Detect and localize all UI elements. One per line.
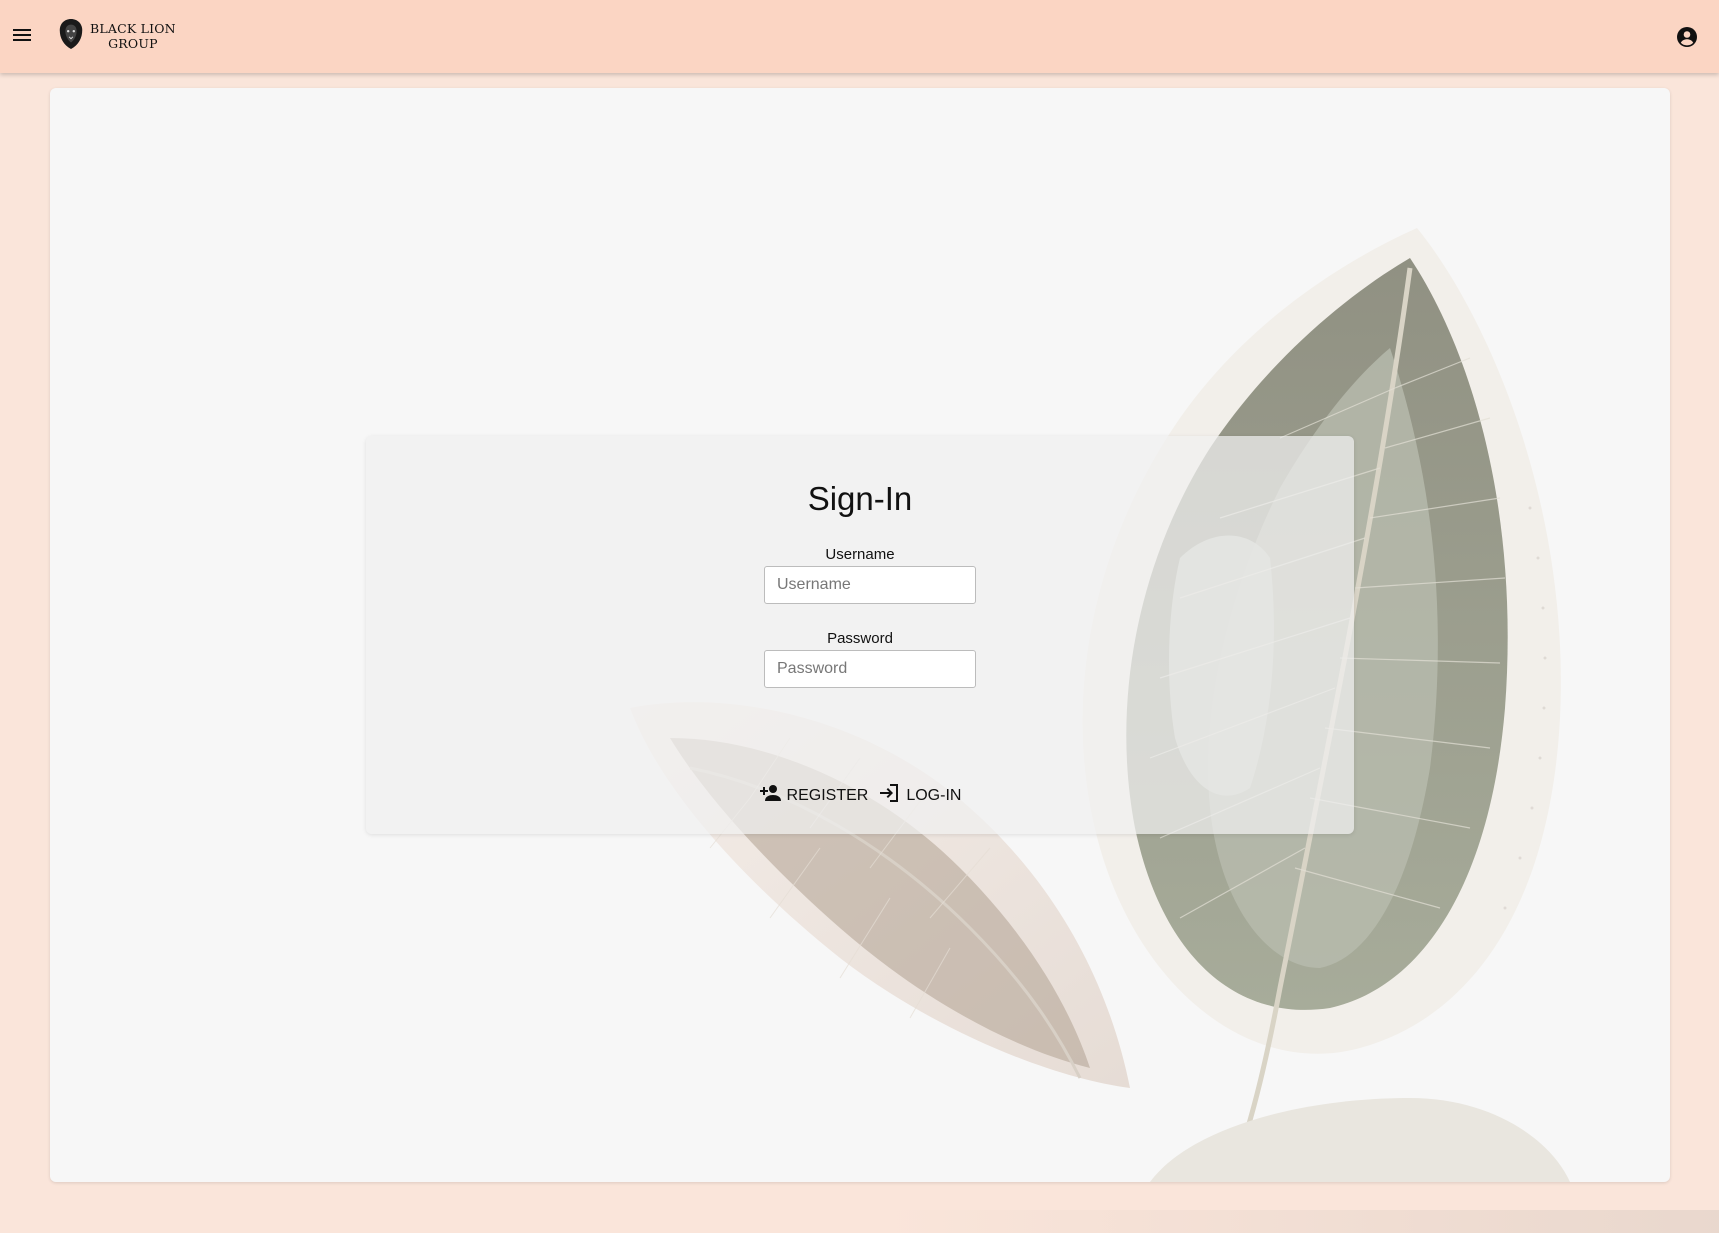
brand-name: BLACK LION GROUP [90, 21, 176, 51]
username-label: Username [825, 546, 895, 563]
login-label: LOG-IN [906, 786, 962, 804]
register-label: REGISTER [786, 786, 869, 804]
page-title: Sign-In [807, 480, 913, 517]
top-app-bar: BLACK LION GROUP [0, 0, 1719, 73]
main-panel: Sign-In Username Password REGISTER [50, 88, 1670, 1182]
brand-line-2: GROUP [108, 36, 158, 51]
signin-actions: REGISTER LOG-IN [366, 779, 1354, 812]
username-input[interactable] [764, 566, 976, 604]
brand-line-1: BLACK LION [90, 21, 176, 36]
password-label: Password [827, 630, 893, 647]
signin-card: Sign-In Username Password REGISTER [366, 436, 1354, 834]
login-icon [878, 781, 902, 810]
brand-logo[interactable]: BLACK LION GROUP [56, 16, 176, 56]
register-button[interactable]: REGISTER [757, 779, 871, 812]
bottom-shadow [880, 1210, 1719, 1233]
person-add-icon [759, 781, 783, 810]
login-button[interactable]: LOG-IN [876, 779, 963, 812]
lion-logo-icon [56, 16, 86, 56]
password-input[interactable] [764, 650, 976, 688]
account-circle-icon[interactable] [1675, 25, 1699, 49]
menu-icon[interactable] [10, 23, 34, 47]
